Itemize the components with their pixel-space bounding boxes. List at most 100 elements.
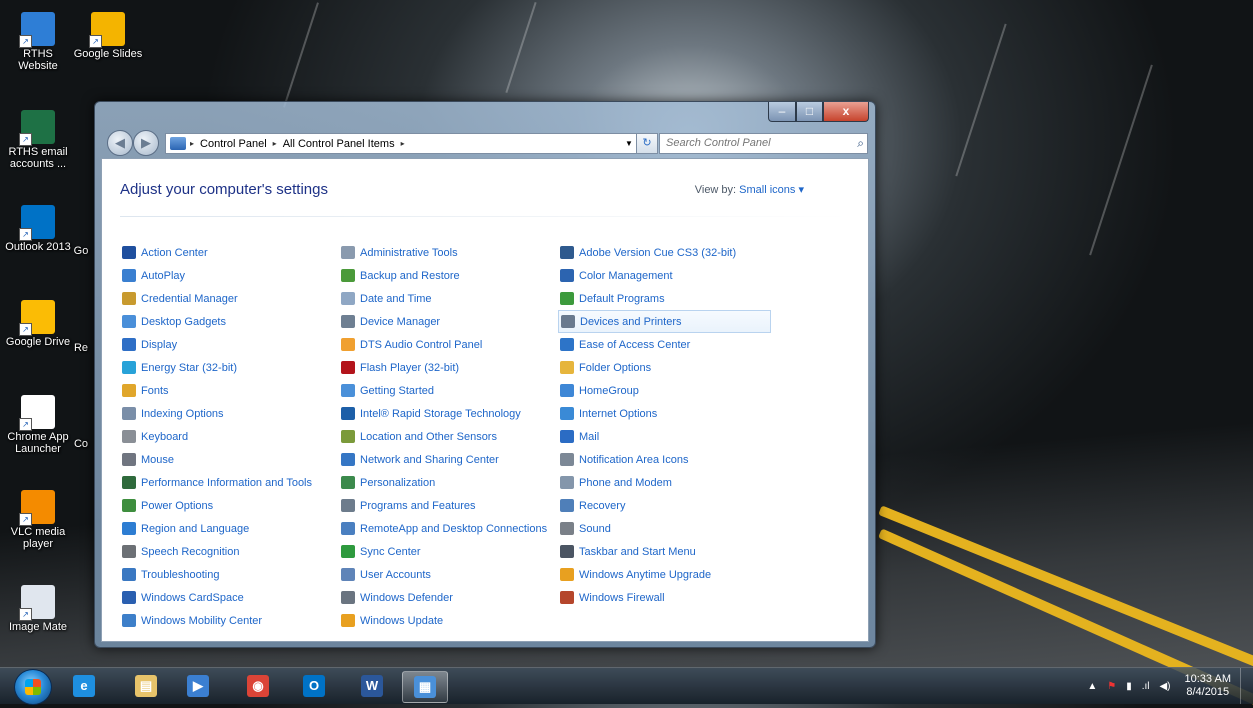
control-panel-item[interactable]: Folder Options bbox=[558, 356, 776, 379]
desktop-app-icon: ↗ bbox=[19, 205, 55, 241]
control-panel-item[interactable]: Windows Firewall bbox=[558, 586, 776, 609]
internet-options-icon bbox=[560, 407, 574, 420]
show-desktop-button[interactable] bbox=[1240, 668, 1253, 704]
control-panel-item[interactable]: Ease of Access Center bbox=[558, 333, 776, 356]
view-by-dropdown[interactable]: Small icons ▾ bbox=[739, 184, 804, 196]
taskbar-outlook-button[interactable]: O bbox=[292, 671, 336, 701]
desktop-icon[interactable]: ↗ RTHS Website bbox=[2, 12, 74, 72]
search-box[interactable]: ⌕ bbox=[659, 133, 868, 154]
taskbar-word-button[interactable]: W bbox=[350, 671, 394, 701]
control-panel-item[interactable]: Keyboard bbox=[120, 425, 338, 448]
control-panel-item-label: Date and Time bbox=[360, 292, 432, 305]
control-panel-item[interactable]: User Accounts bbox=[339, 563, 557, 586]
desktop-icon[interactable]: ↗ RTHS email accounts ... bbox=[2, 110, 74, 170]
desktop-icon[interactable]: ↗ Google Drive bbox=[2, 300, 74, 348]
control-panel-item[interactable]: Notification Area Icons bbox=[558, 448, 776, 471]
default-programs-icon bbox=[560, 292, 574, 305]
desktop-icon[interactable]: ↗ Image Mate bbox=[2, 585, 74, 633]
clock[interactable]: 10:33 AM 8/4/2015 bbox=[1185, 673, 1231, 699]
control-panel-item[interactable]: Action Center bbox=[120, 241, 338, 264]
control-panel-item[interactable]: Recovery bbox=[558, 494, 776, 517]
control-panel-item[interactable]: Color Management bbox=[558, 264, 776, 287]
battery-icon[interactable]: ▮ bbox=[1126, 681, 1132, 692]
control-panel-item[interactable]: Location and Other Sensors bbox=[339, 425, 557, 448]
control-panel-item[interactable]: RemoteApp and Desktop Connections bbox=[339, 517, 557, 540]
control-panel-item[interactable]: Devices and Printers bbox=[558, 310, 771, 333]
desktop-icon-label: Image Mate bbox=[8, 621, 68, 633]
breadcrumb-all-items[interactable]: All Control Panel Items bbox=[283, 138, 395, 150]
control-panel-item[interactable]: Speech Recognition bbox=[120, 540, 338, 563]
desktop-icon-label: RTHS email accounts ... bbox=[8, 146, 68, 170]
control-panel-item[interactable]: HomeGroup bbox=[558, 379, 776, 402]
address-bar[interactable]: ▸ Control Panel ▸ All Control Panel Item… bbox=[165, 133, 637, 154]
minimize-button[interactable]: – bbox=[768, 102, 796, 122]
taskbar-internet-explorer-button[interactable]: e bbox=[62, 671, 106, 701]
control-panel-item[interactable]: Device Manager bbox=[339, 310, 557, 333]
control-panel-item[interactable]: Personalization bbox=[339, 471, 557, 494]
control-panel-item[interactable]: Network and Sharing Center bbox=[339, 448, 557, 471]
control-panel-item[interactable]: Backup and Restore bbox=[339, 264, 557, 287]
control-panel-item-label: Ease of Access Center bbox=[579, 338, 691, 351]
back-button[interactable]: ◀ bbox=[107, 130, 133, 156]
control-panel-item[interactable]: DTS Audio Control Panel bbox=[339, 333, 557, 356]
action-center-flag-icon[interactable]: ⚑ bbox=[1107, 681, 1116, 692]
control-panel-item[interactable]: Administrative Tools bbox=[339, 241, 557, 264]
control-panel-item[interactable]: Adobe Version Cue CS3 (32-bit) bbox=[558, 241, 776, 264]
control-panel-item[interactable]: Phone and Modem bbox=[558, 471, 776, 494]
control-panel-item[interactable]: Mail bbox=[558, 425, 776, 448]
close-button[interactable]: x bbox=[823, 102, 869, 122]
control-panel-item[interactable]: Sound bbox=[558, 517, 776, 540]
control-panel-item[interactable]: Windows Anytime Upgrade bbox=[558, 563, 776, 586]
network-signal-icon[interactable]: .ıl bbox=[1142, 681, 1150, 692]
ease-of-access-icon bbox=[560, 338, 574, 351]
control-panel-item[interactable]: Default Programs bbox=[558, 287, 776, 310]
control-panel-item[interactable]: Desktop Gadgets bbox=[120, 310, 338, 333]
control-panel-item[interactable]: Sync Center bbox=[339, 540, 557, 563]
control-panel-item[interactable]: Performance Information and Tools bbox=[120, 471, 338, 494]
control-panel-item[interactable]: Display bbox=[120, 333, 338, 356]
control-panel-item[interactable]: Windows Mobility Center bbox=[120, 609, 338, 632]
control-panel-item[interactable]: Windows CardSpace bbox=[120, 586, 338, 609]
control-panel-item[interactable]: Programs and Features bbox=[339, 494, 557, 517]
control-panel-item[interactable]: Taskbar and Start Menu bbox=[558, 540, 776, 563]
control-panel-item[interactable]: Power Options bbox=[120, 494, 338, 517]
maximize-button[interactable]: □ bbox=[796, 102, 823, 122]
control-panel-item[interactable]: Windows Update bbox=[339, 609, 557, 632]
control-panel-item[interactable]: Indexing Options bbox=[120, 402, 338, 425]
address-dropdown-icon[interactable]: ▼ bbox=[622, 139, 636, 148]
search-icon[interactable]: ⌕ bbox=[857, 136, 864, 151]
control-panel-item[interactable]: Fonts bbox=[120, 379, 338, 402]
control-panel-item-label: Power Options bbox=[141, 499, 214, 512]
taskbar-chrome-button[interactable]: ◉ bbox=[236, 671, 280, 701]
notification-icon bbox=[560, 453, 574, 466]
refresh-button[interactable]: ↻ bbox=[636, 133, 658, 154]
start-button[interactable] bbox=[14, 669, 52, 705]
shortcut-arrow-icon: ↗ bbox=[19, 608, 32, 621]
control-panel-item[interactable]: Internet Options bbox=[558, 402, 776, 425]
desktop-icon[interactable]: ↗ Google Slides bbox=[72, 12, 144, 60]
search-input[interactable] bbox=[660, 134, 846, 151]
control-panel-item[interactable]: Region and Language bbox=[120, 517, 338, 540]
forward-button[interactable]: ▶ bbox=[133, 130, 159, 156]
control-panel-item[interactable]: Troubleshooting bbox=[120, 563, 338, 586]
vault-icon bbox=[122, 292, 136, 305]
control-panel-item[interactable]: Energy Star (32-bit) bbox=[120, 356, 338, 379]
control-panel-item[interactable]: Mouse bbox=[120, 448, 338, 471]
control-panel-item[interactable]: Getting Started bbox=[339, 379, 557, 402]
breadcrumb-control-panel[interactable]: Control Panel bbox=[200, 138, 267, 150]
control-panel-item[interactable]: Intel® Rapid Storage Technology bbox=[339, 402, 557, 425]
control-panel-item[interactable]: Credential Manager bbox=[120, 287, 338, 310]
taskbar-control-panel-button[interactable]: ▦ bbox=[402, 671, 448, 703]
show-hidden-icons-icon[interactable]: ▲ bbox=[1087, 681, 1097, 692]
desktop-icon[interactable]: ↗ VLC media player bbox=[2, 490, 74, 550]
desktop-icon[interactable]: ↗ Outlook 2013 bbox=[2, 205, 74, 253]
taskbar-file-explorer-button[interactable]: ▤ bbox=[124, 671, 168, 701]
volume-icon[interactable]: ◀) bbox=[1159, 681, 1170, 692]
control-panel-item[interactable]: Windows Defender bbox=[339, 586, 557, 609]
control-panel-item[interactable]: Flash Player (32-bit) bbox=[339, 356, 557, 379]
control-panel-item[interactable]: AutoPlay bbox=[120, 264, 338, 287]
taskbar-media-center-button[interactable]: ▶ bbox=[176, 671, 220, 701]
control-panel-item-label: Backup and Restore bbox=[360, 269, 460, 282]
control-panel-item[interactable]: Date and Time bbox=[339, 287, 557, 310]
desktop-icon[interactable]: ↗ Chrome App Launcher bbox=[2, 395, 74, 455]
